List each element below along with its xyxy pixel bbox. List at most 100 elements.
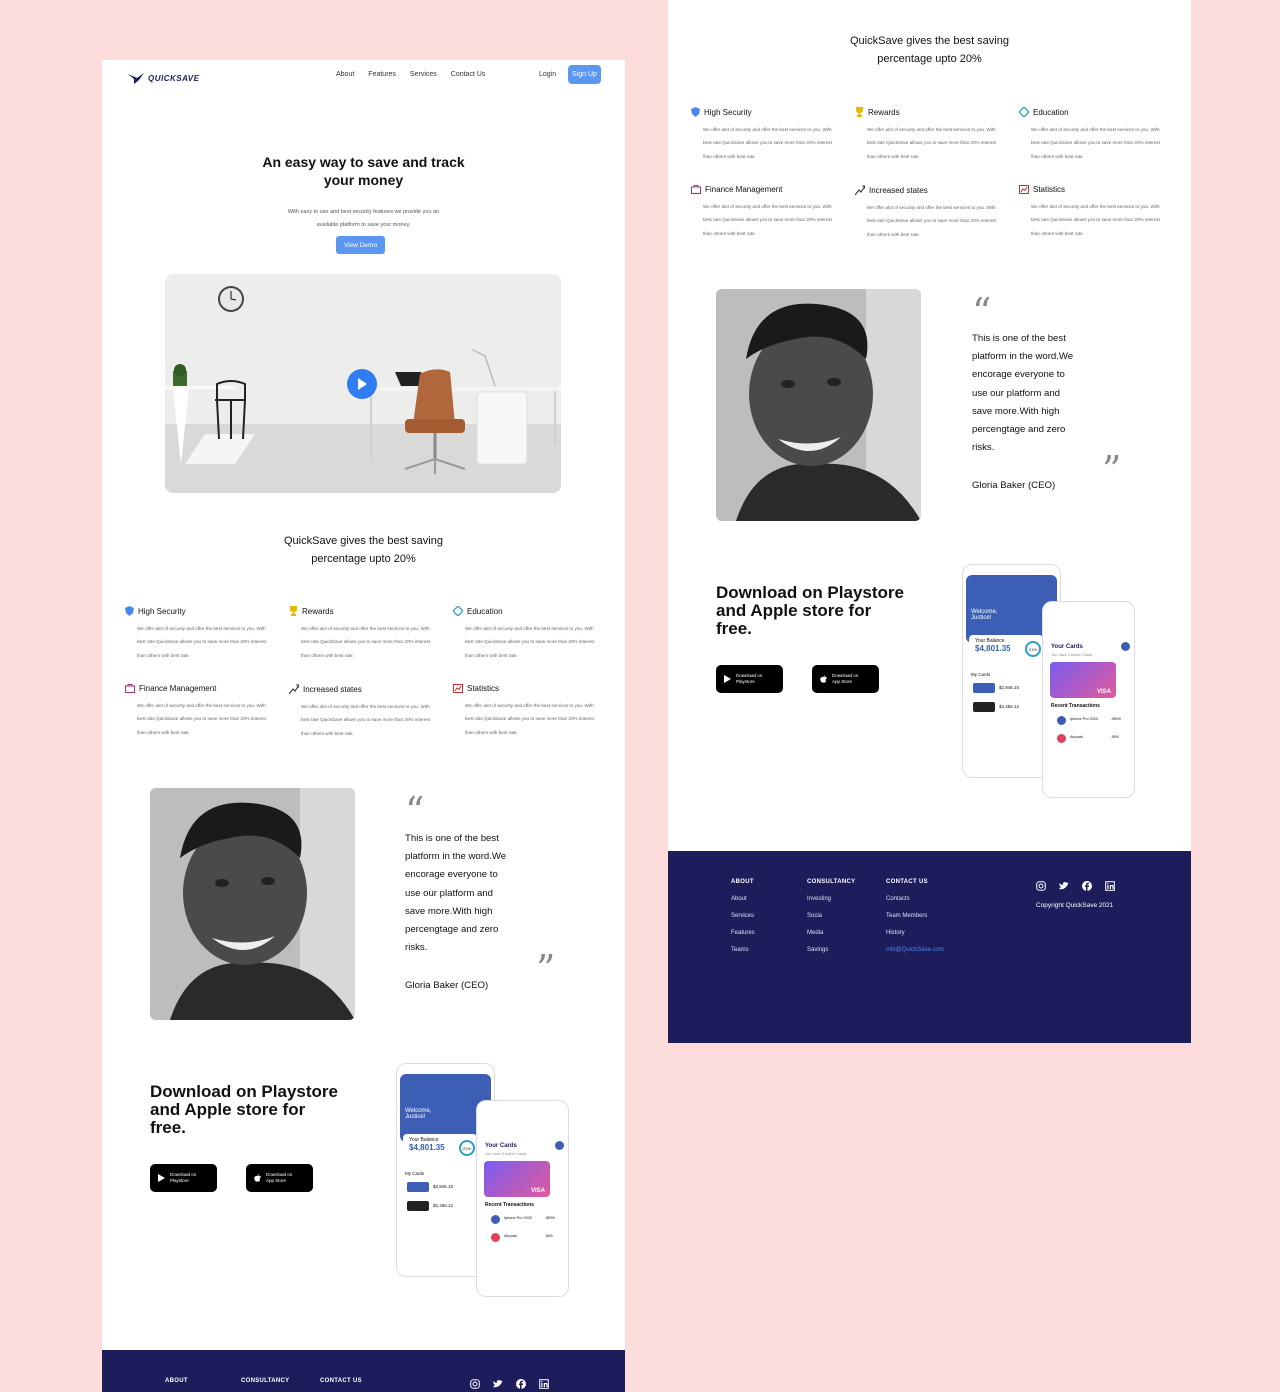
card-brand: VISA <box>1096 689 1111 695</box>
appstore-button[interactable]: Download on App Store <box>246 1164 313 1192</box>
mini-card <box>973 683 995 693</box>
download-title-line: Download on Playstore <box>716 583 904 602</box>
twitter-icon[interactable] <box>1059 881 1069 891</box>
download-title-line: and Apple store for <box>716 601 872 620</box>
mini-card <box>973 702 995 712</box>
footer-email-link[interactable]: info@QuickSave.com <box>886 947 944 953</box>
apple-icon <box>820 675 827 683</box>
appstore-line: App Store <box>832 679 853 684</box>
balance-progress: 21% <box>1025 641 1041 657</box>
benefits-title-line: QuickSave gives the best saving <box>284 535 443 547</box>
playstore-button[interactable]: Download on Playstore <box>150 1164 217 1192</box>
benefits-title-line: percentage upto 20% <box>311 553 416 565</box>
testimonial-line: This is one of the best <box>972 333 1066 344</box>
footer-link[interactable]: Services <box>731 913 755 919</box>
download-title-line: free. <box>150 1118 186 1137</box>
login-link[interactable]: Login <box>539 71 556 78</box>
playstore-line: Playstore <box>170 1178 189 1183</box>
card-amount: $2,456.12 <box>999 704 1020 709</box>
transaction-name: Iphone Pro 2020 <box>1070 717 1099 721</box>
feature-description: We offer alot of security and offer the … <box>465 626 594 658</box>
footer-link[interactable]: Socia <box>807 913 855 919</box>
instagram-icon[interactable] <box>1036 881 1046 891</box>
testimonial-line: encorage everyone to <box>405 869 498 881</box>
feature-education: Education We offer alot of security and … <box>453 606 603 662</box>
cards-subtitle: You have 3 Active Cards <box>1051 653 1093 657</box>
testimonial-line: save more.With high <box>405 905 493 917</box>
testimonial-line: percengtage and zero <box>972 424 1066 436</box>
transaction-amount: -$99 <box>1111 735 1119 739</box>
feature-description: We offer alot of security and offer the … <box>137 703 266 735</box>
shield-icon <box>691 107 700 117</box>
nav-link-features[interactable]: Features <box>368 71 396 78</box>
logo[interactable]: QUICKSAVE <box>128 72 199 84</box>
feature-description: We offer alot of security and offer the … <box>867 127 996 159</box>
nav-link-about[interactable]: About <box>336 71 354 78</box>
demo-video[interactable] <box>165 274 561 493</box>
footer-link[interactable]: Media <box>807 930 855 936</box>
footer-link[interactable]: History <box>886 930 944 936</box>
feature-increased-states: Increased states We offer alot of securi… <box>855 185 1005 241</box>
add-card-button[interactable] <box>555 1141 564 1150</box>
footer-link[interactable]: Contacts <box>886 896 944 902</box>
bird-logo-icon <box>128 73 144 84</box>
cards-title: Your Cards <box>485 1143 517 1149</box>
open-quote-icon: “ <box>972 290 992 334</box>
nav-link-services[interactable]: Services <box>410 71 437 78</box>
twitter-icon[interactable] <box>493 1379 503 1389</box>
transaction-amount: -$999 <box>1111 717 1121 721</box>
facebook-icon[interactable] <box>516 1379 526 1389</box>
diamond-icon <box>453 606 463 616</box>
nav-link-contact[interactable]: Contact Us <box>451 71 486 78</box>
feature-title: High Security <box>704 107 752 117</box>
chart-icon <box>1019 185 1029 194</box>
linkedin-icon[interactable] <box>1105 881 1115 891</box>
footer-link[interactable]: About <box>731 896 755 902</box>
play-store-icon <box>158 1174 165 1182</box>
playstore-button[interactable]: Download on Playstore <box>716 665 783 693</box>
testimonial-line: use our platform and <box>972 387 1060 399</box>
portrait-photo <box>150 788 355 1020</box>
footer-link[interactable]: Team Members <box>886 913 944 919</box>
footer-consultancy-title: CONSULTANCY <box>241 1378 290 1384</box>
transaction-name: Airpods <box>1070 735 1083 739</box>
linkedin-icon[interactable] <box>539 1379 549 1389</box>
shield-icon <box>125 606 134 616</box>
feature-statistics: Statistics We offer alot of security and… <box>453 684 603 739</box>
footer-link[interactable]: Features <box>731 930 755 936</box>
facebook-icon[interactable] <box>1082 881 1092 891</box>
recent-transactions-title: Recent Transactions <box>485 1202 534 1208</box>
signup-button[interactable]: Sign Up <box>568 65 601 84</box>
footer-link[interactable]: Teams <box>731 947 755 953</box>
testimonial-text: This is one of the best platform in the … <box>972 330 1104 457</box>
feature-high-security: High Security We offer alot of security … <box>691 107 841 163</box>
instagram-icon[interactable] <box>470 1379 480 1389</box>
close-quote-icon: ” <box>536 947 556 991</box>
footer-contact-title: CONTACT US <box>320 1378 362 1384</box>
add-card-button[interactable] <box>1121 642 1130 651</box>
footer-about-title: ABOUT <box>731 879 754 885</box>
transaction-icon <box>1057 716 1066 725</box>
transaction-amount: -$99 <box>545 1234 553 1238</box>
briefcase-icon <box>691 185 701 194</box>
view-demo-button[interactable]: View Demo <box>336 236 385 254</box>
feature-rewards: Rewards We offer alot of security and of… <box>855 107 1005 163</box>
appstore-button[interactable]: Download on App Store <box>812 665 879 693</box>
testimonial-portrait <box>716 289 921 521</box>
feature-title: Rewards <box>302 606 334 616</box>
balance-card: Your Balance $4,801.35 21% <box>969 635 1043 665</box>
visa-card[interactable]: VISA <box>1050 662 1116 698</box>
hero-title-line: your money <box>323 172 404 188</box>
card-amount: $2,456.12 <box>433 1203 454 1208</box>
footer-link[interactable]: Investing <box>807 896 855 902</box>
feature-finance-management: Finance Management We offer alot of secu… <box>691 185 841 240</box>
diamond-icon <box>1019 107 1029 117</box>
footer-link[interactable]: Savings <box>807 947 855 953</box>
testimonial-line: save more.With high <box>972 405 1060 417</box>
visa-card[interactable]: VISA <box>484 1161 550 1197</box>
mini-card <box>407 1201 429 1211</box>
trophy-icon <box>856 107 863 117</box>
my-cards-label: My Cards <box>405 1171 425 1176</box>
hero-title: An easy way to save and track your money <box>102 153 625 189</box>
play-button[interactable] <box>347 369 377 399</box>
